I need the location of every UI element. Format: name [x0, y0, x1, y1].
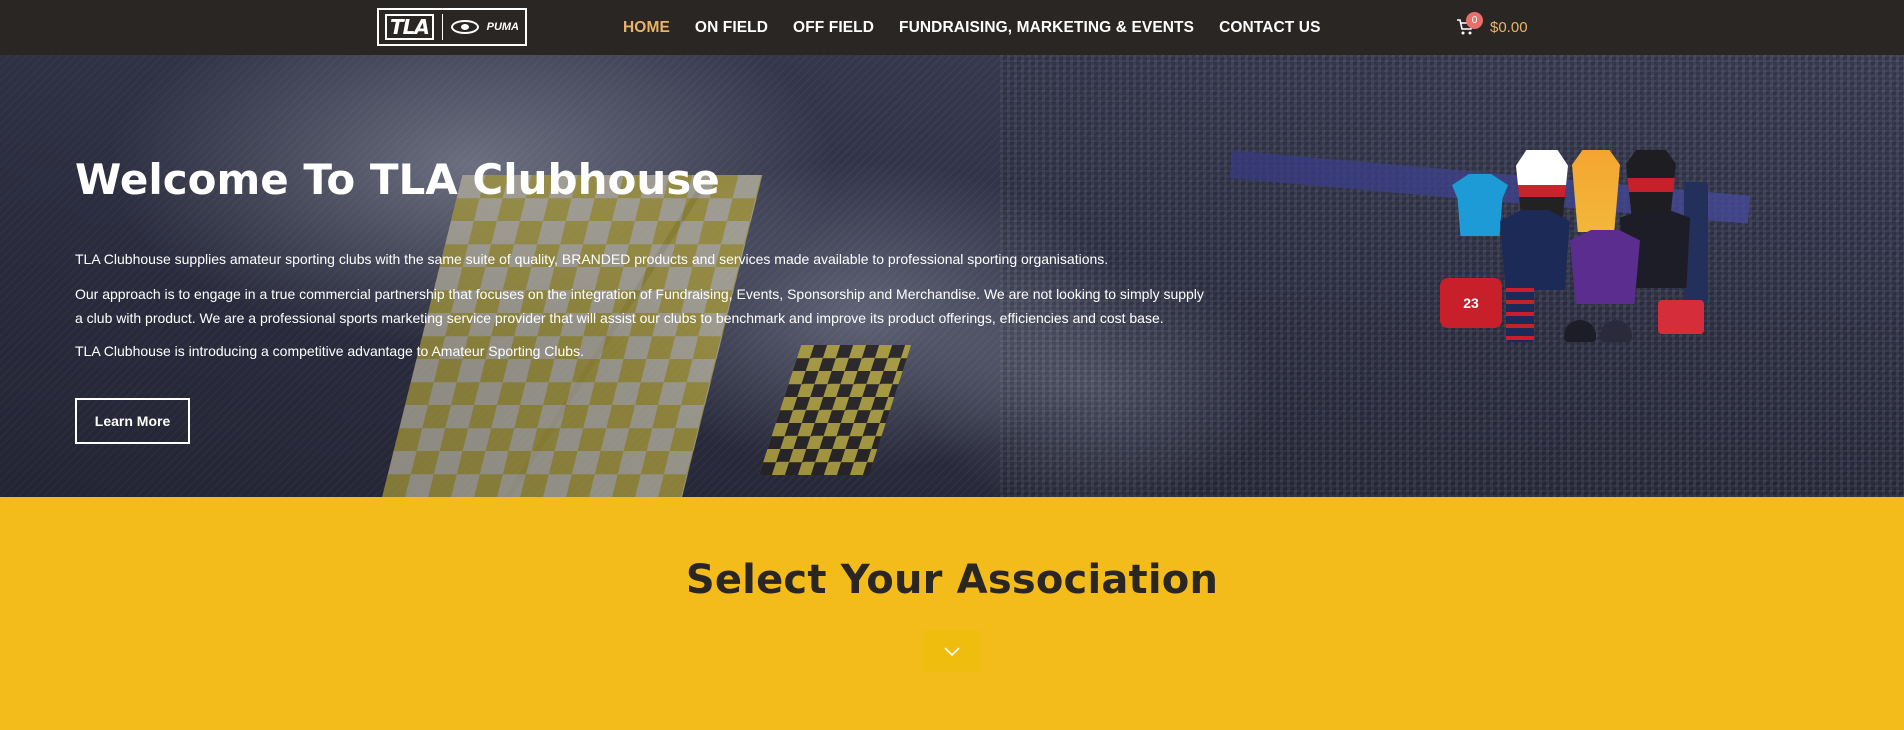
tla-logo-mark: TLA [385, 14, 434, 40]
puma-logo: PUMA [486, 21, 519, 33]
purple-jersey-image [1570, 230, 1640, 304]
jersey-black-image [1626, 150, 1676, 220]
learn-more-button[interactable]: Learn More [75, 398, 190, 444]
association-title: Select Your Association [685, 557, 1219, 603]
sports-bag-image: 23 [1440, 278, 1502, 328]
main-nav: HOME ON FIELD OFF FIELD FUNDRAISING, MAR… [623, 0, 1321, 55]
cap-image [1564, 320, 1596, 342]
partner-logo-icon [450, 20, 479, 34]
merchandise-collage: 23 [1440, 150, 1740, 350]
socks-image [1506, 280, 1534, 342]
nav-fundraising-marketing-events[interactable]: FUNDRAISING, MARKETING & EVENTS [899, 19, 1194, 37]
logo-divider [441, 14, 443, 40]
hero-banner: Welcome To TLA Clubhouse TLA Clubhouse s… [0, 55, 1904, 497]
site-header: TLA PUMA HOME ON FIELD OFF FIELD FUNDRAI… [0, 0, 1904, 55]
jersey-orange-image [1572, 150, 1620, 232]
cart-total[interactable]: $0.00 [1490, 19, 1528, 36]
chevron-down-icon [944, 647, 960, 657]
hero-paragraph-2: Our approach is to engage in a true comm… [75, 286, 1204, 326]
select-association-section: Select Your Association [0, 497, 1904, 730]
cart-widget[interactable]: 0 $0.00 [1456, 12, 1528, 39]
bag-number: 23 [1463, 295, 1479, 311]
nav-home[interactable]: HOME [623, 19, 670, 37]
site-logo[interactable]: TLA PUMA [377, 8, 527, 46]
nav-on-field[interactable]: ON FIELD [695, 19, 768, 37]
kit-bag-image [1658, 300, 1704, 334]
hero-title: Welcome To TLA Clubhouse [75, 155, 720, 204]
association-dropdown-button[interactable] [924, 630, 980, 672]
hero-paragraph-3: TLA Clubhouse is introducing a competiti… [75, 343, 584, 359]
navy-jersey-image [1500, 210, 1570, 290]
polo-shirt-image [1452, 174, 1508, 236]
cart-icon[interactable]: 0 [1456, 12, 1483, 36]
cap-image-2 [1600, 320, 1632, 342]
nav-contact-us[interactable]: CONTACT US [1219, 19, 1320, 37]
hero-paragraph-1: TLA Clubhouse supplies amateur sporting … [75, 251, 1109, 267]
cart-count-badge: 0 [1466, 12, 1483, 29]
nav-off-field[interactable]: OFF FIELD [793, 19, 874, 37]
